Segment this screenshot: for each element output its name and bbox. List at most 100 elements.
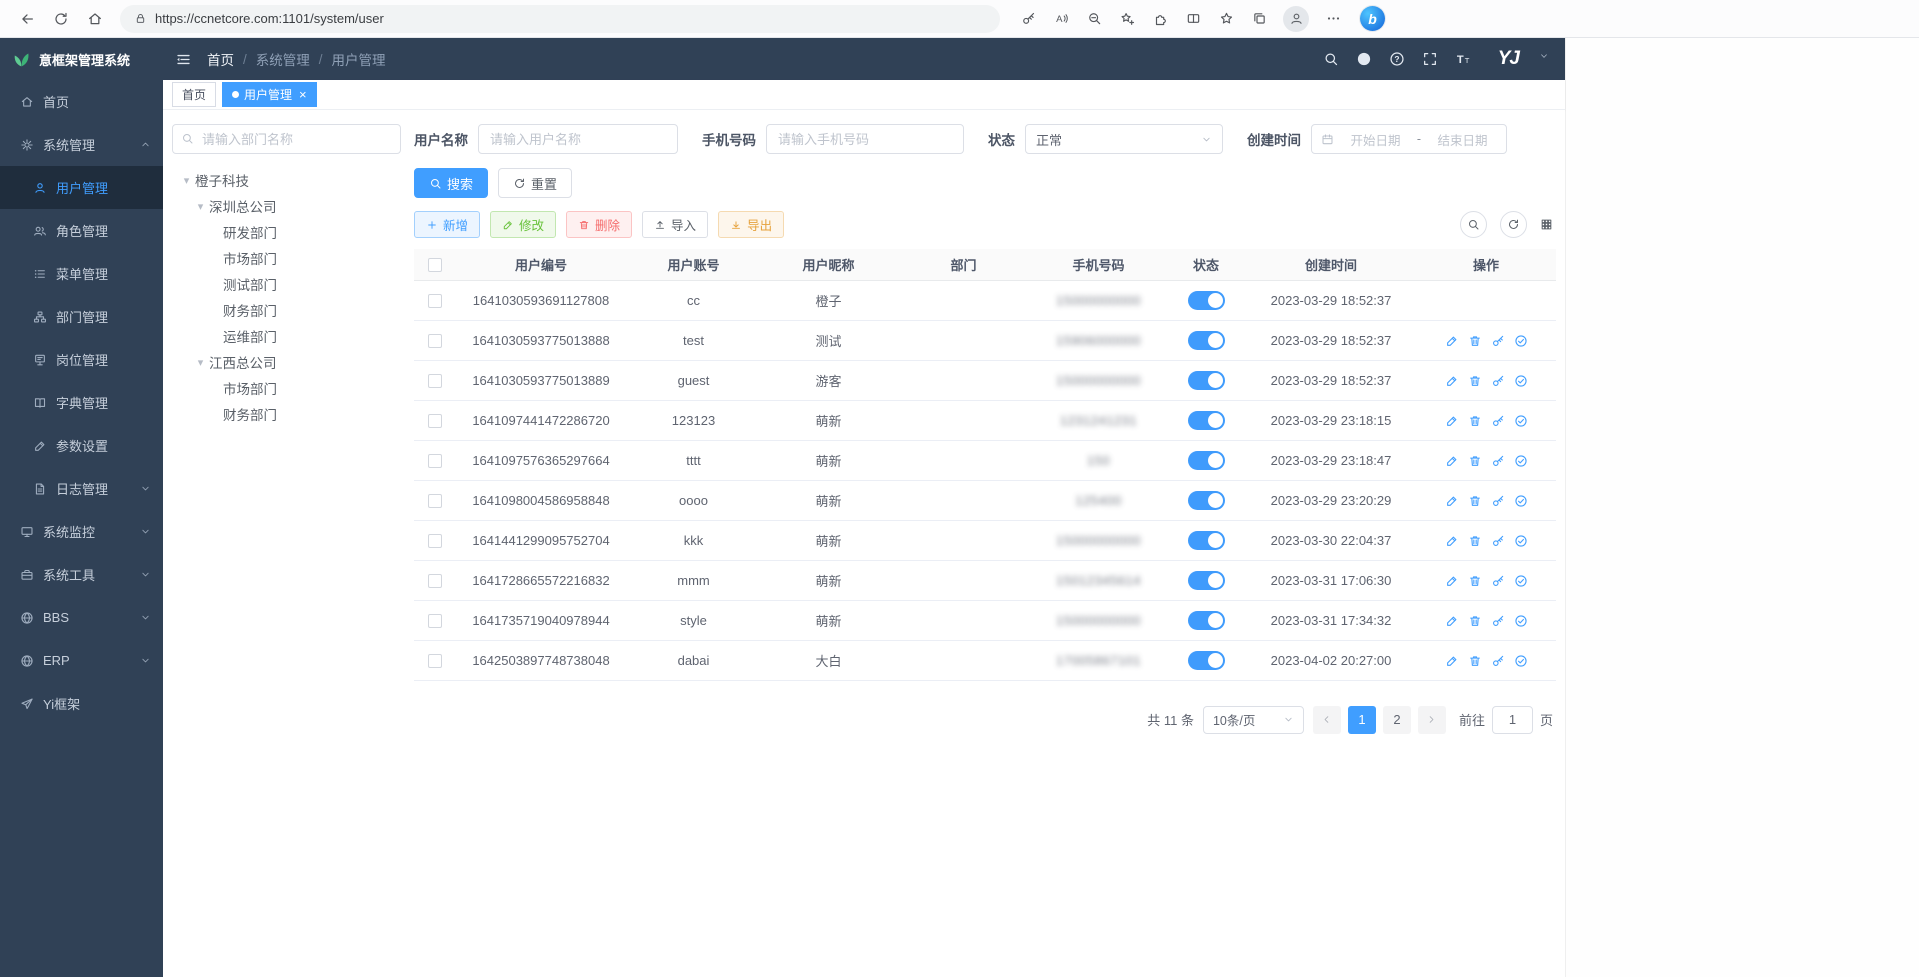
row-delete-icon[interactable] [1468, 414, 1482, 428]
page-button-1[interactable]: 1 [1348, 706, 1376, 734]
row-edit-icon[interactable] [1445, 334, 1459, 348]
row-edit-icon[interactable] [1445, 414, 1459, 428]
tree-node[interactable]: 测试部门 [172, 271, 401, 297]
search-icon[interactable] [1323, 51, 1339, 67]
read-aloud-icon[interactable]: A [1047, 4, 1075, 34]
address-bar[interactable]: https://ccnetcore.com:1101/system/user [120, 5, 1000, 33]
question-icon[interactable]: ? [1389, 51, 1405, 67]
bing-copilot-icon[interactable]: b [1360, 6, 1385, 31]
row-checkbox[interactable] [428, 374, 442, 388]
profile-avatar[interactable] [1283, 6, 1309, 32]
split-icon[interactable] [1179, 4, 1207, 34]
sidebar-item-home[interactable]: 首页 [0, 80, 163, 123]
row-checkbox[interactable] [428, 294, 442, 308]
sidebar-item-system[interactable]: 系统管理 [0, 123, 163, 166]
url-text[interactable]: https://ccnetcore.com:1101/system/user [155, 11, 384, 26]
row-checkbox[interactable] [428, 574, 442, 588]
tab-close-icon[interactable]: × [299, 88, 307, 101]
sidebar-item-role[interactable]: 角色管理 [0, 209, 163, 252]
status-toggle[interactable] [1188, 651, 1225, 670]
tree-node[interactable]: 财务部门 [172, 401, 401, 427]
puzzle-icon[interactable] [1146, 4, 1174, 34]
tree-node[interactable]: ▾橙子科技 [172, 167, 401, 193]
row-delete-icon[interactable] [1468, 494, 1482, 508]
row-delete-icon[interactable] [1468, 454, 1482, 468]
sidebar-item-post[interactable]: 岗位管理 [0, 338, 163, 381]
import-button[interactable]: 导入 [642, 211, 708, 238]
back-icon[interactable] [12, 4, 42, 34]
toggle-search-icon[interactable] [1460, 211, 1487, 238]
row-delete-icon[interactable] [1468, 334, 1482, 348]
row-checkbox[interactable] [428, 414, 442, 428]
sidebar-item-erp[interactable]: ERP [0, 639, 163, 682]
delete-button[interactable]: 删除 [566, 211, 632, 238]
status-toggle[interactable] [1188, 371, 1225, 390]
row-checkbox[interactable] [428, 534, 442, 548]
row-reset-password-icon[interactable] [1491, 374, 1505, 388]
prev-page-button[interactable] [1313, 706, 1341, 734]
tree-expand-icon[interactable]: ▾ [178, 174, 195, 187]
row-assign-role-icon[interactable] [1514, 494, 1528, 508]
sidebar-item-tools[interactable]: 系统工具 [0, 553, 163, 596]
tree-node[interactable]: 市场部门 [172, 245, 401, 271]
tab-用户管理[interactable]: 用户管理× [222, 82, 317, 107]
page-size-select[interactable]: 10条/页 [1203, 706, 1304, 734]
row-reset-password-icon[interactable] [1491, 574, 1505, 588]
row-reset-password-icon[interactable] [1491, 414, 1505, 428]
row-edit-icon[interactable] [1445, 574, 1459, 588]
dept-search-input[interactable] [172, 124, 401, 154]
row-checkbox[interactable] [428, 334, 442, 348]
star-icon[interactable] [1212, 4, 1240, 34]
column-toggle-grid-icon[interactable] [1540, 218, 1553, 231]
goto-page-input[interactable] [1492, 706, 1533, 734]
status-toggle[interactable] [1188, 411, 1225, 430]
tree-node[interactable]: ▾江西总公司 [172, 349, 401, 375]
chevron-down-icon[interactable] [1539, 51, 1549, 61]
modify-button[interactable]: 修改 [490, 211, 556, 238]
row-edit-icon[interactable] [1445, 454, 1459, 468]
fullscreen-icon[interactable] [1422, 51, 1438, 67]
page-button-2[interactable]: 2 [1383, 706, 1411, 734]
row-edit-icon[interactable] [1445, 614, 1459, 628]
tab-首页[interactable]: 首页 [172, 82, 216, 107]
row-assign-role-icon[interactable] [1514, 334, 1528, 348]
row-reset-password-icon[interactable] [1491, 454, 1505, 468]
tree-node[interactable]: 财务部门 [172, 297, 401, 323]
export-button[interactable]: 导出 [718, 211, 784, 238]
sidebar-item-monitor[interactable]: 系统监控 [0, 510, 163, 553]
sidebar-item-param[interactable]: 参数设置 [0, 424, 163, 467]
row-checkbox[interactable] [428, 454, 442, 468]
status-toggle[interactable] [1188, 451, 1225, 470]
tree-node[interactable]: 运维部门 [172, 323, 401, 349]
sidebar-item-dept[interactable]: 部门管理 [0, 295, 163, 338]
reset-button[interactable]: 重置 [498, 168, 572, 198]
sidebar-item-user[interactable]: 用户管理 [0, 166, 163, 209]
row-assign-role-icon[interactable] [1514, 574, 1528, 588]
breadcrumb-item[interactable]: 首页 [207, 49, 234, 69]
tree-node[interactable]: ▾深圳总公司 [172, 193, 401, 219]
collections-icon[interactable] [1245, 4, 1273, 34]
row-assign-role-icon[interactable] [1514, 454, 1528, 468]
sidebar-item-bbs[interactable]: BBS [0, 596, 163, 639]
reload-icon[interactable] [46, 4, 76, 34]
row-edit-icon[interactable] [1445, 494, 1459, 508]
tree-node[interactable]: 市场部门 [172, 375, 401, 401]
status-toggle[interactable] [1188, 571, 1225, 590]
status-toggle[interactable] [1188, 331, 1225, 350]
row-delete-icon[interactable] [1468, 654, 1482, 668]
menu-fold-icon[interactable] [175, 51, 192, 68]
search-button[interactable]: 搜索 [414, 168, 488, 198]
row-assign-role-icon[interactable] [1514, 614, 1528, 628]
refresh-icon[interactable] [1500, 211, 1527, 238]
row-edit-icon[interactable] [1445, 654, 1459, 668]
star-plus-icon[interactable] [1113, 4, 1141, 34]
more-menu-icon[interactable] [1319, 4, 1347, 34]
home-icon[interactable] [80, 4, 110, 34]
font-size-icon[interactable]: TT [1455, 51, 1471, 67]
row-assign-role-icon[interactable] [1514, 414, 1528, 428]
add-button[interactable]: 新增 [414, 211, 480, 238]
status-toggle[interactable] [1188, 611, 1225, 630]
sidebar-item-yi[interactable]: Yi框架 [0, 682, 163, 725]
status-select[interactable]: 正常 [1025, 124, 1223, 154]
row-reset-password-icon[interactable] [1491, 614, 1505, 628]
